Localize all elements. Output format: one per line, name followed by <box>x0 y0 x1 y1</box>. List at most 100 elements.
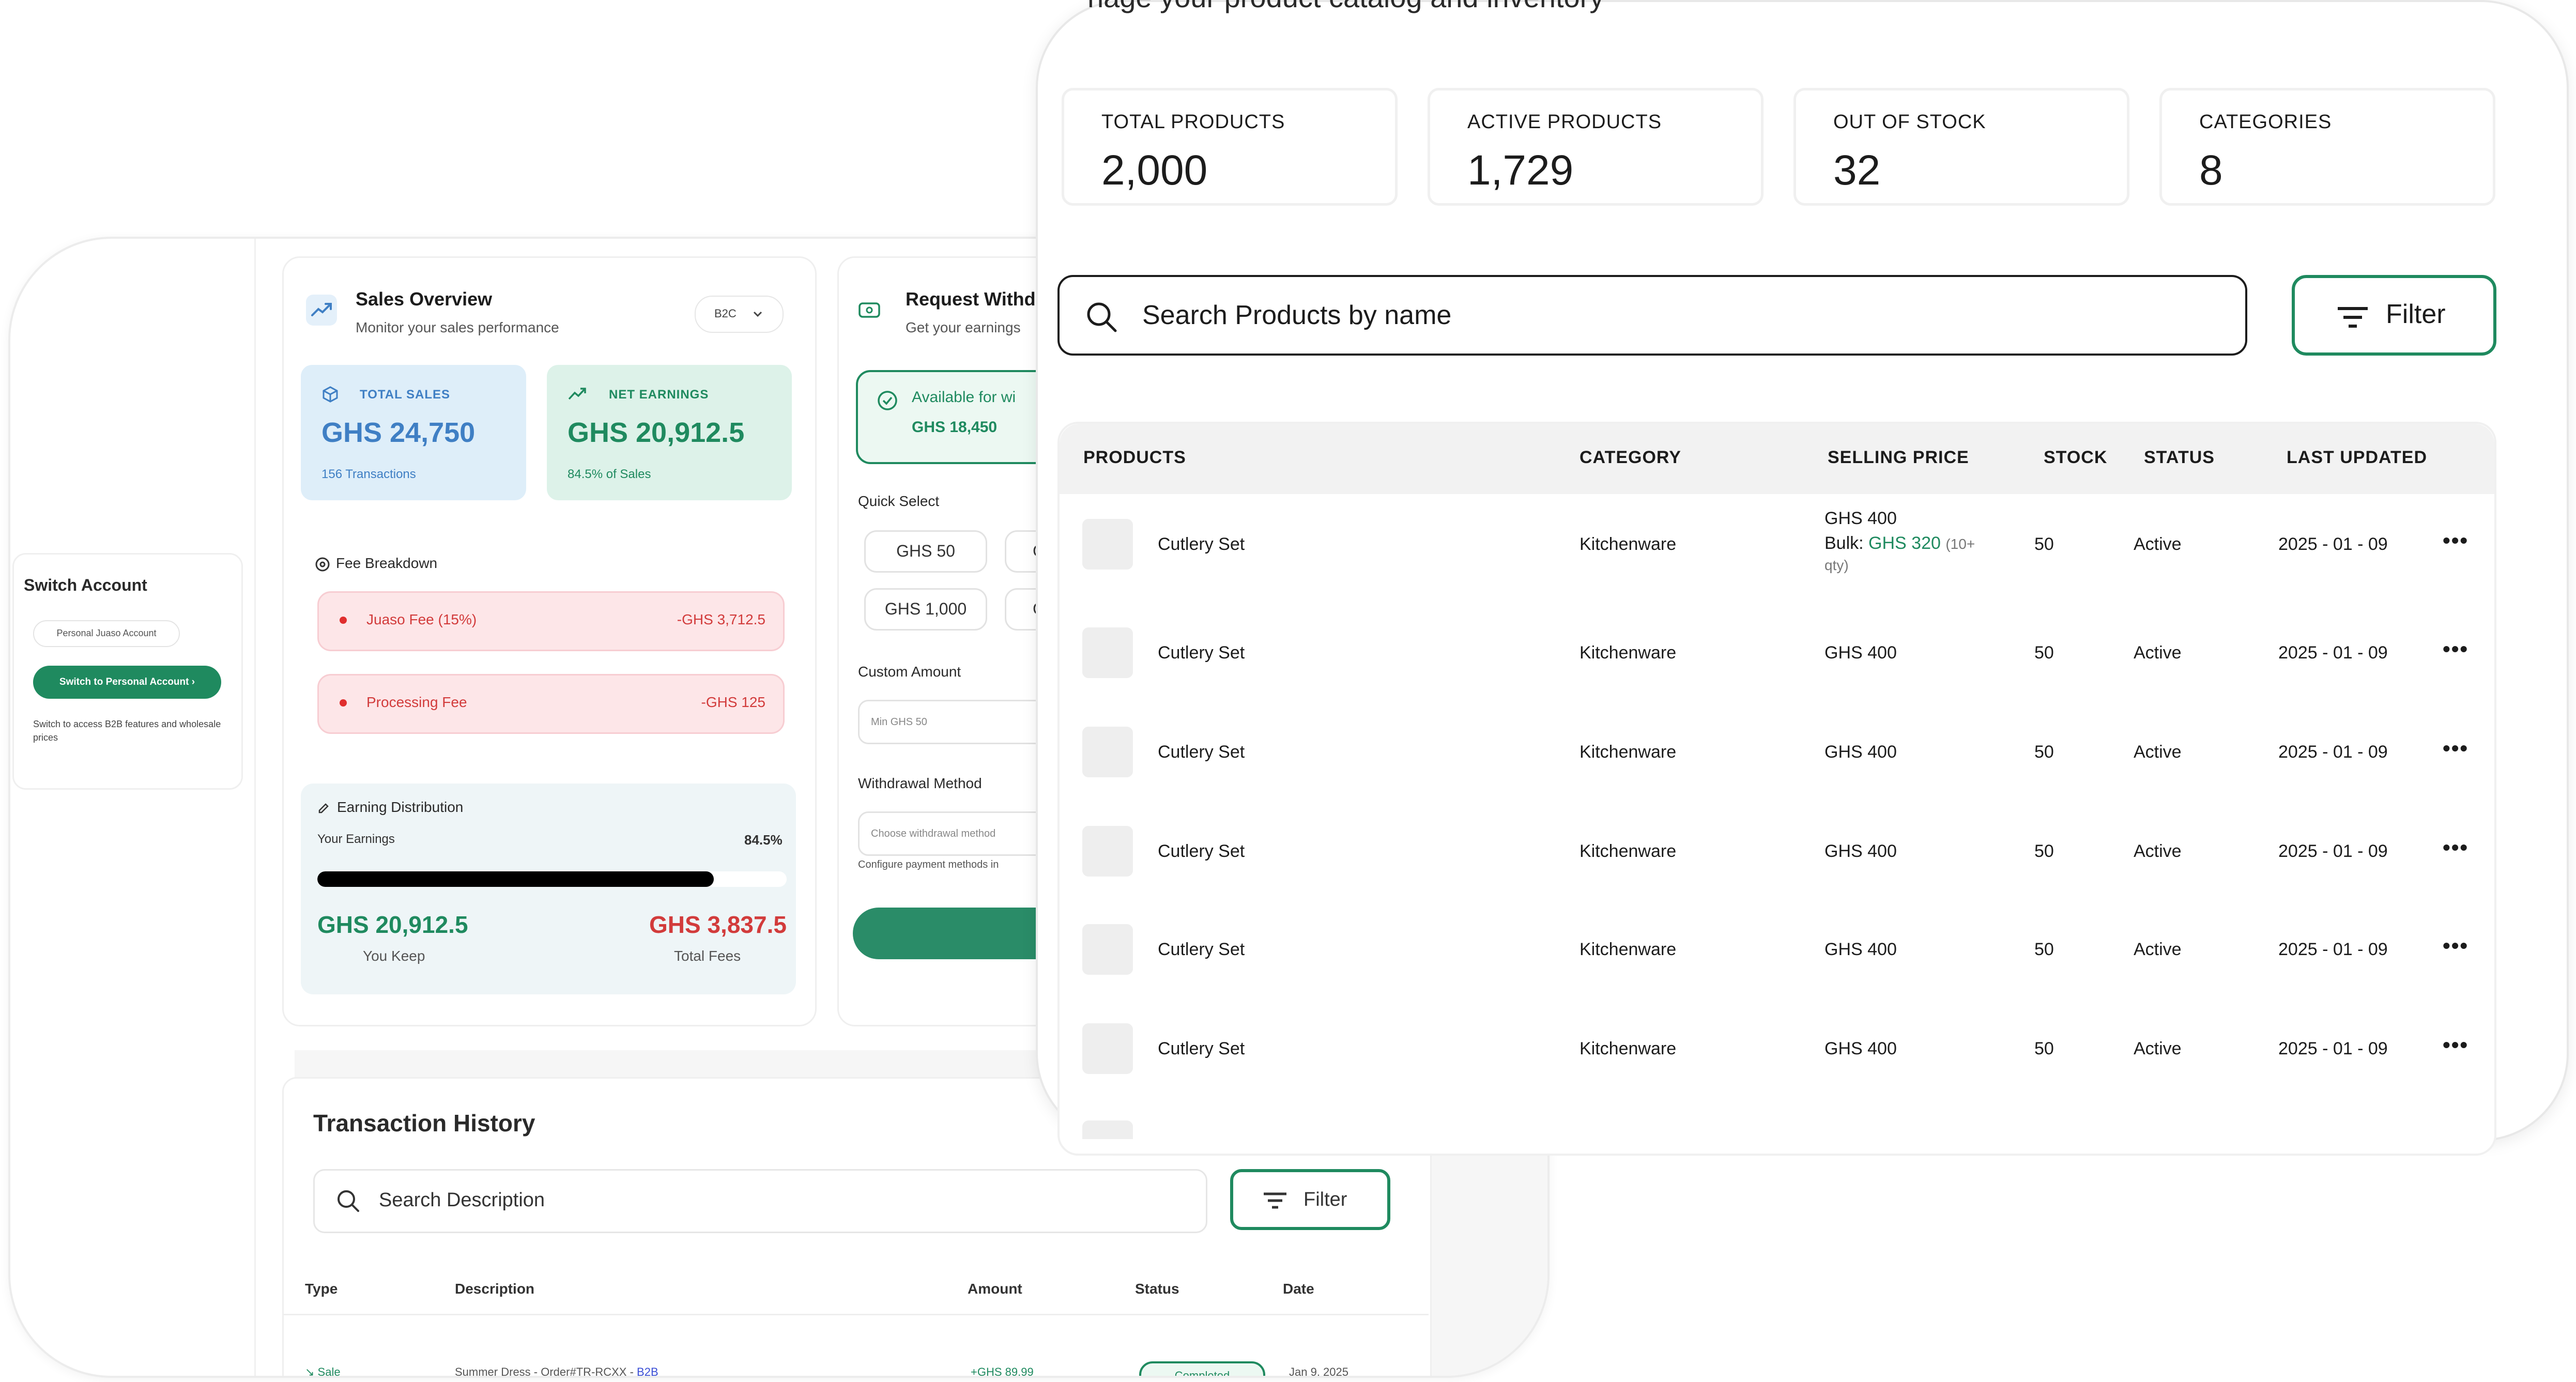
fee-row-juaso: Juaso Fee (15%) -GHS 3,712.5 <box>317 591 785 651</box>
stat-label: TOTAL PRODUCTS <box>1101 111 1285 133</box>
bulk-label: Bulk: <box>1824 533 1869 553</box>
product-status: Active <box>2134 534 2182 554</box>
tx-row-type-label: Sale <box>317 1365 341 1378</box>
table-row[interactable]: Cutlery Set Kitchenware GHS 400 50 Activ… <box>1060 817 2494 915</box>
fee-dot <box>340 617 347 624</box>
transaction-search-input[interactable]: Search Description <box>313 1169 1207 1233</box>
bulk-note: (10+ <box>1945 536 1975 552</box>
bulk-note-qty: qty) <box>1824 557 1849 573</box>
stat-value: 32 <box>1833 147 1881 194</box>
product-last-updated: 2025 - 01 - 09 <box>2278 534 2388 554</box>
product-category: Kitchenware <box>1580 1039 1677 1058</box>
product-status: Active <box>2134 841 2182 861</box>
tx-row-amount: +GHS 89.99 <box>971 1365 1034 1378</box>
fee-dot <box>340 699 347 707</box>
tx-row-description-text: Summer Dress - Order#TR-RCXX - <box>455 1365 637 1378</box>
transaction-history-title: Transaction History <box>313 1110 535 1137</box>
transaction-search-placeholder: Search Description <box>379 1189 545 1211</box>
more-horizontal-icon[interactable]: ••• <box>2443 528 2468 553</box>
custom-amount-title: Custom Amount <box>858 664 961 680</box>
chevron-down-icon <box>752 308 764 320</box>
stat-label: ACTIVE PRODUCTS <box>1467 111 1662 133</box>
quick-amount-chip[interactable]: GHS 50 <box>864 530 987 573</box>
earning-distribution-title: Earning Distribution <box>337 799 464 815</box>
product-name: Cutlery Set <box>1158 940 1245 959</box>
earnings-progress-fill <box>317 871 714 887</box>
stat-value: 8 <box>2199 147 2223 194</box>
table-row[interactable]: Cutlery Set Kitchenware GHS 400 50 Activ… <box>1060 1014 2494 1112</box>
stat-value: 2,000 <box>1101 147 1208 194</box>
column-selling-price: SELLING PRICE <box>1828 448 1969 467</box>
product-filter-button[interactable]: Filter <box>2292 275 2496 356</box>
quick-amount-chip[interactable]: GHS 1,000 <box>864 588 987 631</box>
total-sales-value: GHS 24,750 <box>321 417 476 448</box>
you-keep-value: GHS 20,912.5 <box>317 911 468 938</box>
product-stock: 50 <box>2034 940 2054 959</box>
switch-account-button[interactable]: Switch to Personal Account › <box>33 666 221 699</box>
transaction-filter-button[interactable]: Filter <box>1230 1169 1390 1230</box>
bulk-price-line: Bulk: GHS 320 (10+ <box>1824 533 1975 554</box>
box-icon <box>321 386 339 403</box>
product-category: Kitchenware <box>1580 534 1677 554</box>
trending-up-icon <box>568 386 587 401</box>
net-earnings-sub: 84.5% of Sales <box>568 467 651 481</box>
more-horizontal-icon[interactable]: ••• <box>2443 835 2468 860</box>
stat-label: OUT OF STOCK <box>1833 111 1986 133</box>
product-thumbnail <box>1082 826 1133 877</box>
tx-column-type: Type <box>305 1281 338 1297</box>
product-last-updated: 2025 - 01 - 09 <box>2278 742 2388 762</box>
product-status: Active <box>2134 742 2182 762</box>
column-last-updated: LAST UPDATED <box>2287 448 2428 467</box>
table-row[interactable]: Cutlery Set Kitchenware GHS 400 Bulk: GH… <box>1060 509 2494 608</box>
product-stock: 50 <box>2034 841 2054 861</box>
stat-card-total-products: TOTAL PRODUCTS 2,000 <box>1062 88 1398 206</box>
product-name: Cutlery Set <box>1158 1039 1245 1058</box>
product-last-updated: 2025 - 01 - 09 <box>2278 1039 2388 1058</box>
product-last-updated: 2025 - 01 - 09 <box>2278 841 2388 861</box>
product-stock: 50 <box>2034 742 2054 762</box>
total-fees-value: GHS 3,837.5 <box>649 911 787 938</box>
table-row[interactable]: Cutlery Set Kitchenware GHS 400 50 Activ… <box>1060 618 2494 716</box>
product-stock: 50 <box>2034 534 2054 554</box>
more-horizontal-icon[interactable]: ••• <box>2443 933 2468 958</box>
product-category: Kitchenware <box>1580 841 1677 861</box>
filter-icon <box>2336 306 2369 329</box>
net-earnings-label: NET EARNINGS <box>609 388 709 402</box>
table-row[interactable]: Cutlery Set Kitchenware GHS 400 50 Activ… <box>1060 915 2494 1013</box>
product-status: Active <box>2134 1039 2182 1058</box>
product-status: Active <box>2134 940 2182 959</box>
chevron-right-icon: › <box>191 677 195 687</box>
product-price: GHS 400 <box>1824 940 1897 959</box>
tx-column-status: Status <box>1135 1281 1179 1297</box>
product-search-input[interactable]: Search Products by name <box>1057 275 2247 356</box>
stat-label: CATEGORIES <box>2199 111 2332 133</box>
product-thumbnail <box>1082 1120 1133 1139</box>
total-fees-label: Total Fees <box>674 948 741 964</box>
tx-column-description: Description <box>455 1281 535 1297</box>
withdrawal-method-note: Configure payment methods in <box>858 859 999 870</box>
product-thumbnail <box>1082 727 1133 777</box>
product-thumbnail <box>1082 1023 1133 1074</box>
more-horizontal-icon[interactable]: ••• <box>2443 637 2468 662</box>
withdrawal-subtitle: Get your earnings <box>906 319 1021 335</box>
product-name: Cutlery Set <box>1158 841 1245 861</box>
channel-select-value: B2C <box>714 307 737 320</box>
filter-icon <box>1262 1192 1288 1209</box>
tx-row-description: Summer Dress - Order#TR-RCXX - B2B <box>455 1365 658 1378</box>
product-last-updated: 2025 - 01 - 09 <box>2278 940 2388 959</box>
column-category: CATEGORY <box>1580 448 1681 467</box>
channel-select[interactable]: B2C <box>695 296 784 333</box>
tx-header-divider <box>282 1314 1429 1315</box>
more-horizontal-icon[interactable]: ••• <box>2443 1033 2468 1057</box>
bulk-price: GHS 320 <box>1868 533 1941 553</box>
product-price: GHS 400 <box>1824 1039 1897 1058</box>
column-status: STATUS <box>2144 448 2215 467</box>
product-name: Cutlery Set <box>1158 643 1245 663</box>
more-horizontal-icon[interactable]: ••• <box>2443 736 2468 761</box>
product-price: GHS 400 <box>1824 509 1897 528</box>
trending-up-icon <box>306 295 337 326</box>
table-row[interactable]: Cutlery Set Kitchenware GHS 400 50 Activ… <box>1060 717 2494 816</box>
product-price: GHS 400 <box>1824 643 1897 663</box>
sales-overview-title: Sales Overview <box>356 288 493 310</box>
column-stock: STOCK <box>2044 448 2108 467</box>
